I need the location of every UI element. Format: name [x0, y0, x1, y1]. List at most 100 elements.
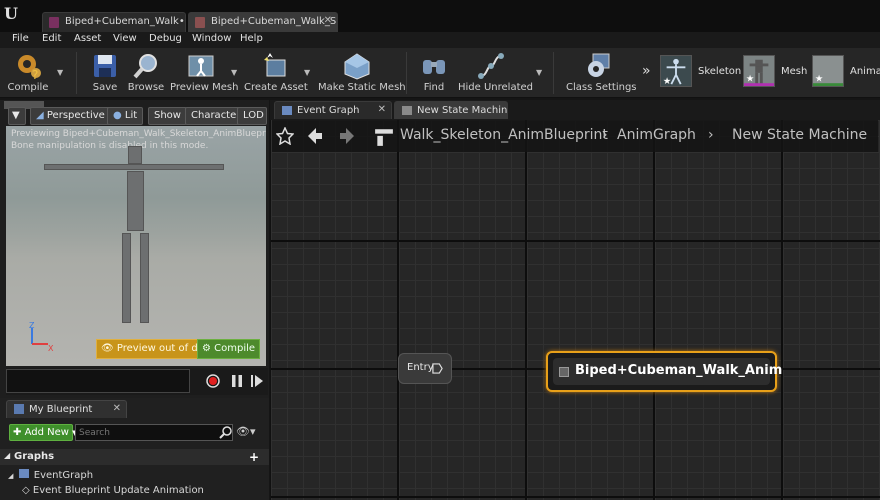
close-icon[interactable]: ✕	[324, 15, 332, 26]
class-settings-gear-icon	[588, 53, 610, 77]
show-button[interactable]: Show	[148, 107, 187, 125]
toolbar-divider	[76, 52, 77, 94]
my-blueprint-tab[interactable]: My Blueprint ✕	[6, 400, 127, 418]
pause-icon[interactable]	[230, 374, 244, 388]
browse-button[interactable]: Browse	[126, 50, 166, 96]
visibility-eye-icon[interactable]: 👁▾	[236, 425, 256, 438]
save-button[interactable]: Save	[88, 50, 122, 96]
viewport-compile-button[interactable]: ⚙ Compile	[197, 339, 261, 359]
close-icon[interactable]: ✕	[113, 403, 121, 414]
doc-tab-label: Biped+Cubeman_Walk_Sk	[211, 16, 338, 27]
menu-debug[interactable]: Debug	[149, 33, 182, 44]
tree-item-eventgraph[interactable]: ◢ EventGraph	[8, 469, 93, 481]
state-machine-icon	[402, 106, 412, 115]
graph-tab-bar: Event Graph ✕ New State Machine	[270, 100, 880, 120]
timeline-scrubber[interactable]	[6, 369, 190, 393]
toolbar-divider	[406, 52, 407, 94]
breadcrumb-blueprint[interactable]: Walk_Skeleton_AnimBlueprint	[400, 127, 608, 143]
state-icon	[559, 367, 569, 377]
cubeman-arms	[44, 164, 224, 170]
make-static-mesh-button[interactable]: Make Static Mesh	[318, 50, 406, 96]
mesh-mode-button[interactable]: ★ Mesh	[743, 55, 809, 89]
forward-arrow-icon[interactable]	[338, 127, 356, 145]
menu-asset[interactable]: Asset	[74, 33, 101, 44]
blueprint-search-input[interactable]	[75, 424, 233, 441]
svg-text:★: ★	[815, 73, 823, 84]
skeleton-thumbnail-icon: ★	[660, 55, 692, 87]
collapse-arrow-icon: ◢	[8, 472, 14, 480]
compile-gear-icon: ?	[18, 55, 41, 80]
perspective-button[interactable]: ◢ Perspective	[30, 107, 111, 125]
lod-button[interactable]: LOD A	[237, 107, 267, 125]
hide-unrelated-button[interactable]: Hide Unrelated	[458, 50, 533, 96]
menu-file[interactable]: File	[12, 33, 29, 44]
plus-icon: ✚	[13, 427, 22, 438]
svg-text:★: ★	[663, 76, 671, 87]
doc-tab-walk-animation[interactable]: Biped+Cubeman_Walk•	[42, 12, 186, 32]
tab-new-state-machine[interactable]: New State Machine	[394, 101, 508, 119]
create-asset-label: Create Asset	[244, 82, 308, 93]
viewport-preview-info: Previewing Biped+Cubeman_Walk_Skeleton_A…	[11, 129, 266, 139]
preview-mesh-dropdown-icon[interactable]: ▼	[231, 68, 237, 77]
breadcrumb-animgraph[interactable]: AnimGraph	[617, 127, 696, 143]
close-icon[interactable]: ✕	[378, 104, 386, 115]
menu-help[interactable]: Help	[240, 33, 263, 44]
tab-event-graph[interactable]: Event Graph ✕	[274, 101, 392, 119]
svg-text:?: ?	[32, 68, 38, 80]
add-new-label: Add New	[24, 427, 69, 438]
skeleton-mode-button[interactable]: ★ Skeleton	[660, 55, 741, 89]
animation-mode-button[interactable]: ★ Animat	[812, 55, 880, 89]
menu-window[interactable]: Window	[192, 33, 231, 44]
compile-button[interactable]: ? Compile	[4, 50, 52, 96]
toolbar-divider	[553, 52, 554, 94]
viewport-options-dropdown[interactable]: ▼	[8, 107, 26, 125]
add-new-button[interactable]: ✚ Add New ▼	[9, 424, 78, 441]
class-settings-label: Class Settings	[566, 82, 637, 93]
perspective-label: Perspective	[46, 110, 105, 121]
lit-button[interactable]: ● Lit	[107, 107, 144, 125]
record-icon[interactable]	[206, 374, 220, 388]
character-label: Character	[191, 110, 241, 121]
state-node-walk-anim[interactable]: Biped+Cubeman_Walk_Anim	[546, 351, 782, 392]
search-icon[interactable]	[219, 425, 233, 439]
find-button[interactable]: Find	[418, 50, 450, 96]
mesh-thumbnail-icon: ★	[743, 55, 775, 87]
create-asset-dropdown-icon[interactable]: ▼	[304, 68, 310, 77]
anim-blueprint-icon	[195, 17, 205, 28]
breadcrumb: Walk_Skeleton_AnimBlueprint › AnimGraph …	[272, 120, 878, 152]
compile-options-dropdown-icon[interactable]: ▼	[57, 68, 63, 77]
hide-unrelated-dropdown-icon[interactable]: ▼	[536, 68, 542, 77]
tab-label: New State Machine	[417, 105, 508, 116]
add-graph-plus-icon[interactable]: +	[249, 450, 261, 464]
axis-gizmo-icon: Z X	[29, 322, 54, 352]
graphs-section-header[interactable]: ◢ Graphs +	[0, 449, 269, 465]
class-settings-button[interactable]: Class Settings	[566, 50, 637, 96]
playback-bar	[6, 368, 268, 395]
doc-tab-anim-blueprint[interactable]: Biped+Cubeman_Walk_Sk ✕	[188, 12, 338, 32]
unreal-anim-blueprint-editor: U Biped+Cubeman_Walk• Biped+Cubeman_Walk…	[0, 0, 880, 500]
create-asset-button[interactable]: Create Asset	[244, 50, 308, 96]
step-forward-icon[interactable]	[250, 374, 264, 388]
bookmark-star-icon[interactable]	[276, 127, 294, 145]
preview-mesh-icon	[188, 55, 214, 77]
tree-item-update-animation[interactable]: ◇ Event Blueprint Update Animation	[22, 485, 204, 496]
save-label: Save	[92, 82, 118, 93]
back-arrow-icon[interactable]	[306, 127, 324, 145]
breadcrumb-state-machine[interactable]: New State Machine	[732, 127, 867, 143]
viewport-3d-view[interactable]: Previewing Biped+Cubeman_Walk_Skeleton_A…	[6, 126, 266, 366]
my-blueprint-tab-label: My Blueprint	[29, 404, 93, 415]
menu-view[interactable]: View	[113, 33, 137, 44]
preview-mesh-label: Preview Mesh	[170, 82, 239, 93]
graphs-header-label: Graphs	[14, 451, 55, 462]
preview-mesh-button[interactable]: Preview Mesh	[170, 50, 239, 96]
compile-gear-icon: ⚙	[202, 343, 215, 354]
animation-thumbnail-icon: ★	[812, 55, 844, 87]
compile-label: Compile	[7, 82, 49, 93]
lit-label: Lit	[124, 110, 138, 121]
entry-node[interactable]: Entry	[398, 353, 452, 384]
menu-edit[interactable]: Edit	[42, 33, 61, 44]
show-label: Show	[154, 110, 181, 121]
state-machine-graph-canvas[interactable]	[270, 120, 880, 500]
overflow-chevron-icon[interactable]: »	[642, 63, 651, 79]
entry-output-pin-icon[interactable]	[432, 363, 443, 374]
